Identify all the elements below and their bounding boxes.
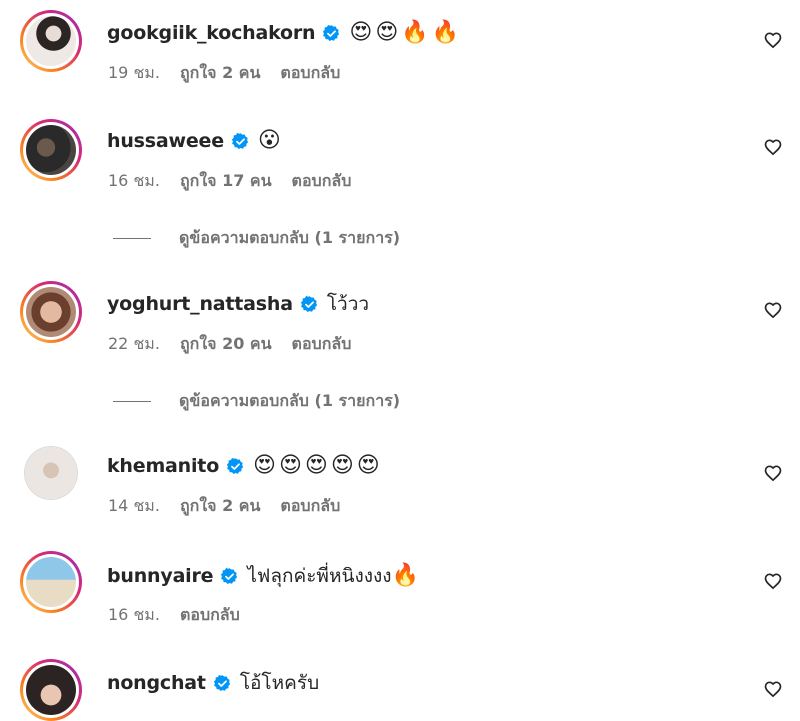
comment-text: โว้วว bbox=[326, 293, 370, 315]
comment-text: 😮 bbox=[258, 129, 284, 153]
view-replies-label: ดูข้อความตอบกลับ (1 รายการ) bbox=[179, 390, 401, 410]
verified-badge-icon bbox=[231, 132, 249, 149]
heart-outline-icon[interactable] bbox=[763, 679, 783, 699]
avatar[interactable] bbox=[20, 659, 82, 721]
reply-button[interactable]: ตอบกลับ bbox=[180, 603, 240, 628]
emoji: 😮 bbox=[257, 128, 281, 153]
view-replies-label: ดูข้อความตอบกลับ (1 รายการ) bbox=[179, 227, 401, 247]
heart-outline-icon[interactable] bbox=[763, 30, 783, 50]
username[interactable]: yoghurt_nattasha bbox=[107, 293, 293, 315]
likes-count[interactable]: ถูกใจ 2 คน bbox=[180, 61, 260, 86]
username[interactable]: nongchat bbox=[107, 672, 206, 694]
username[interactable]: khemanito bbox=[107, 455, 219, 477]
emoji: 😍 bbox=[330, 453, 354, 478]
emoji: 🔥 bbox=[401, 20, 429, 45]
verified-badge-icon bbox=[226, 457, 244, 474]
replies-divider bbox=[113, 400, 151, 402]
comment-text: โอ้โหครับ bbox=[239, 672, 320, 694]
comment-text: 😍 😍 😍 😍 😍 bbox=[253, 454, 383, 478]
verified-badge-icon bbox=[300, 295, 317, 312]
view-replies-button[interactable]: ดูข้อความตอบกลับ (1 รายการ) bbox=[113, 389, 400, 413]
emoji: 😍 bbox=[304, 453, 328, 478]
heart-outline-icon[interactable] bbox=[763, 300, 783, 320]
avatar[interactable] bbox=[20, 551, 82, 613]
heart-outline-icon[interactable] bbox=[763, 571, 783, 591]
heart-outline-icon[interactable] bbox=[763, 463, 783, 483]
avatar[interactable] bbox=[24, 446, 78, 500]
comment-time[interactable]: 14 ชม. bbox=[108, 494, 160, 519]
emoji: 😍 bbox=[253, 453, 276, 478]
replies-divider bbox=[113, 237, 151, 239]
verified-badge-icon bbox=[221, 567, 238, 584]
emoji: 😍 bbox=[356, 453, 380, 478]
comment-time[interactable]: 16 ชม. bbox=[108, 169, 160, 194]
avatar[interactable] bbox=[20, 281, 82, 343]
avatar[interactable] bbox=[20, 10, 82, 72]
emoji: 🔥 bbox=[431, 20, 460, 45]
verified-badge-icon bbox=[323, 24, 340, 41]
emoji: 😍 bbox=[349, 20, 373, 45]
profile-photo bbox=[26, 665, 76, 715]
comment-time[interactable]: 19 ชม. bbox=[108, 61, 160, 86]
view-replies-button[interactable]: ดูข้อความตอบกลับ (1 รายการ) bbox=[113, 226, 400, 250]
profile-photo bbox=[26, 125, 76, 175]
profile-photo bbox=[26, 557, 76, 607]
comment-text: 😍 😍 🔥 🔥 bbox=[349, 21, 462, 45]
username[interactable]: gookgiik_kochakorn bbox=[107, 22, 316, 44]
reply-button[interactable]: ตอบกลับ bbox=[292, 169, 352, 194]
profile-photo bbox=[25, 447, 77, 499]
verified-badge-icon bbox=[213, 674, 230, 691]
reply-button[interactable]: ตอบกลับ bbox=[280, 494, 340, 519]
username[interactable]: bunnyaire bbox=[107, 565, 214, 587]
reply-button[interactable]: ตอบกลับ bbox=[280, 61, 340, 86]
likes-count[interactable]: ถูกใจ 17 คน bbox=[180, 169, 272, 194]
comment-time[interactable]: 22 ชม. bbox=[108, 332, 160, 357]
comment-text: ไฟลุกค่ะพี่หนิงงงง 🔥 bbox=[247, 561, 422, 591]
comment-text-body: ไฟลุกค่ะพี่หนิงงงง bbox=[247, 565, 392, 587]
username[interactable]: hussaweee bbox=[107, 130, 224, 152]
emoji: 😍 bbox=[375, 20, 399, 45]
likes-count[interactable]: ถูกใจ 20 คน bbox=[180, 332, 272, 357]
likes-count[interactable]: ถูกใจ 2 คน bbox=[180, 494, 260, 519]
emoji: 🔥 bbox=[391, 563, 419, 588]
profile-photo bbox=[26, 287, 76, 337]
reply-button[interactable]: ตอบกลับ bbox=[292, 332, 352, 357]
profile-photo bbox=[26, 16, 76, 66]
emoji: 😍 bbox=[278, 453, 302, 478]
heart-outline-icon[interactable] bbox=[763, 137, 783, 157]
avatar[interactable] bbox=[20, 119, 82, 181]
comment-time[interactable]: 16 ชม. bbox=[108, 603, 160, 628]
